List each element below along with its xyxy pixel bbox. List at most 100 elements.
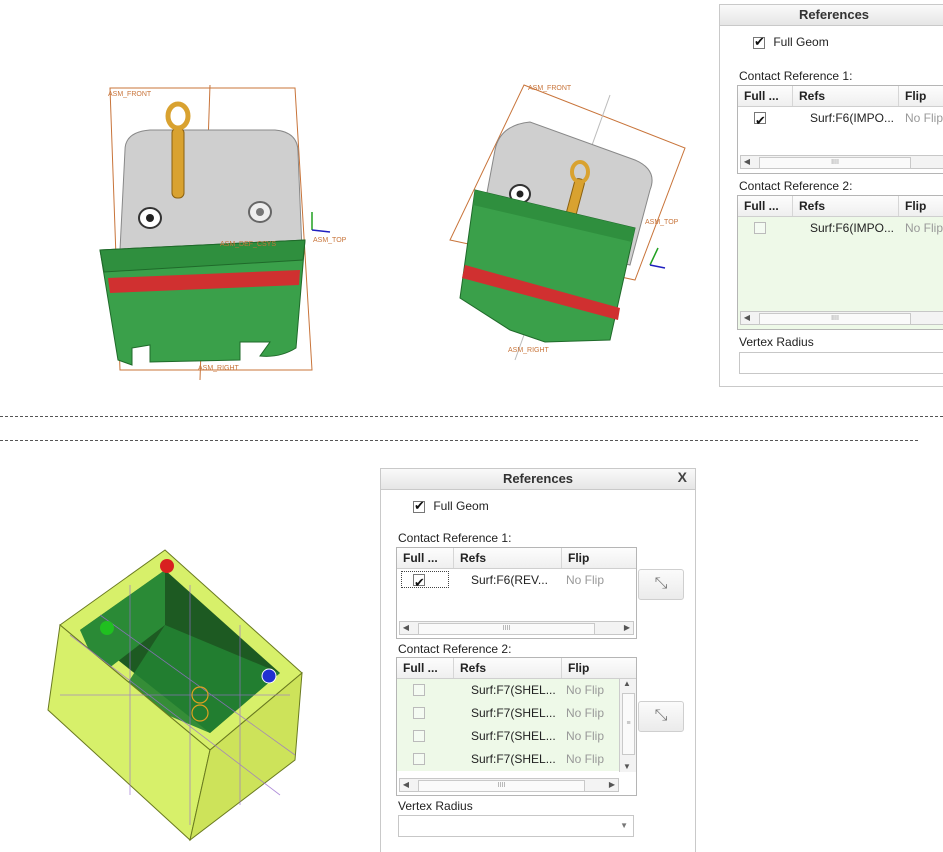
row-flip[interactable]: No Flip: [905, 217, 943, 240]
row-full-checkbox[interactable]: [413, 684, 425, 696]
col-flip[interactable]: Flip: [562, 658, 636, 678]
datum-label-right-2: ASM_RIGHT: [508, 347, 550, 354]
col-full[interactable]: Full ...: [397, 658, 454, 678]
row-flip[interactable]: No Flip: [566, 725, 604, 748]
row-full-checkbox[interactable]: [413, 707, 425, 719]
full-geom-toggle-top[interactable]: Full Geom: [753, 34, 829, 50]
contact-ref-2-table-top: Full ... Refs Flip Surf:F6(IMPO... No Fl…: [737, 195, 943, 330]
table-header: Full ... Refs Flip: [738, 196, 943, 217]
datum-label-front-2: ASM_FRONT: [528, 85, 572, 92]
model-viewport-3[interactable]: [40, 545, 310, 845]
model-gray-body: [119, 129, 303, 251]
datum-label-top-2: ASM_TOP: [645, 219, 679, 226]
col-full[interactable]: Full ...: [738, 196, 793, 216]
row-ref[interactable]: Surf:F6(IMPO...: [810, 217, 894, 240]
marker-green: [100, 621, 114, 635]
col-refs[interactable]: Refs: [793, 86, 899, 106]
row-ref[interactable]: Surf:F6(REV...: [471, 569, 548, 592]
model-viewport-1[interactable]: ASM_FRONT ASM_TOP ASM_RIGHT ASM_DEF_CSYS: [90, 80, 370, 380]
flip-arrows-icon: ⤡: [654, 575, 668, 592]
col-full[interactable]: Full ...: [397, 548, 454, 568]
full-geom-checkbox[interactable]: [413, 498, 425, 514]
row-ref[interactable]: Surf:F7(SHEL...: [471, 748, 556, 771]
flip-button-2[interactable]: ⤡: [638, 701, 684, 732]
vertex-radius-label-top: Vertex Radius: [739, 335, 814, 349]
scroll-thumb-vertical[interactable]: ≡: [622, 693, 635, 755]
full-geom-label-top: Full Geom: [773, 35, 829, 49]
contact-ref-2-table: Full ... Refs Flip Surf:F7(SHEL... No Fl…: [396, 657, 637, 796]
flip-button-1[interactable]: ⤡: [638, 569, 684, 600]
contact-ref-1-table: Full ... Refs Flip Surf:F6(REV... No Fli…: [396, 547, 637, 639]
row-flip[interactable]: No Flip: [566, 702, 604, 725]
scroll-left-icon[interactable]: ◀: [741, 312, 753, 324]
chevron-down-icon[interactable]: ▼: [620, 821, 628, 830]
close-icon[interactable]: X: [678, 469, 687, 485]
scroll-up-icon[interactable]: ▲: [623, 679, 631, 688]
row-flip[interactable]: No Flip: [566, 569, 604, 592]
col-flip[interactable]: Flip: [562, 548, 636, 568]
col-refs[interactable]: Refs: [454, 658, 562, 678]
contact-ref-2-label: Contact Reference 2:: [398, 642, 512, 656]
row-full-checkbox[interactable]: [754, 109, 766, 132]
table-row[interactable]: Surf:F6(IMPO... No Flip: [738, 217, 943, 240]
marker-red: [160, 559, 174, 573]
row-ref[interactable]: Surf:F6(IMPO...: [810, 107, 894, 130]
table-row[interactable]: Surf:F6(REV... No Flip: [397, 569, 636, 594]
horizontal-scrollbar[interactable]: ◀ IIII ▶: [399, 778, 619, 792]
full-geom-label: Full Geom: [433, 499, 489, 513]
model-viewport-2[interactable]: ASM_FRONT ASM_TOP ASM_RIGHT: [440, 80, 700, 365]
row-full-checkbox[interactable]: [413, 571, 425, 594]
row-flip[interactable]: No Flip: [905, 107, 943, 130]
table-row[interactable]: Surf:F7(SHEL... No Flip: [397, 679, 619, 702]
horizontal-scrollbar[interactable]: ◀ IIII ▶: [399, 621, 634, 635]
references-panel-bottom: References X Full Geom Contact Reference…: [380, 468, 696, 852]
references-panel-top: References Full Geom Contact Reference 1…: [719, 4, 943, 387]
table-row[interactable]: Surf:F7(SHEL... No Flip: [397, 702, 619, 725]
col-flip[interactable]: Flip: [899, 86, 943, 106]
scroll-thumb[interactable]: IIII: [759, 313, 911, 325]
horizontal-scrollbar[interactable]: ◀ IIII: [740, 311, 943, 325]
vertex-radius-input-top[interactable]: [739, 352, 943, 374]
contact-ref-1-label-top: Contact Reference 1:: [739, 69, 853, 83]
full-geom-checkbox-top[interactable]: [753, 34, 765, 50]
full-geom-toggle[interactable]: Full Geom: [413, 498, 489, 514]
contact-ref-1-table-top: Full ... Refs Flip Surf:F6(IMPO... No Fl…: [737, 85, 943, 174]
horizontal-scrollbar[interactable]: ◀ IIII: [740, 155, 943, 169]
row-full-checkbox[interactable]: [754, 222, 766, 234]
table-row[interactable]: Surf:F7(SHEL... No Flip: [397, 748, 619, 771]
row-ref[interactable]: Surf:F7(SHEL...: [471, 702, 556, 725]
table-row[interactable]: Surf:F7(SHEL... No Flip: [397, 725, 619, 748]
marker-blue: [261, 668, 277, 684]
scroll-right-icon[interactable]: ▶: [621, 622, 633, 634]
contact-ref-2-label-top: Contact Reference 2:: [739, 179, 853, 193]
datum-label-front: ASM_FRONT: [108, 91, 152, 98]
row-flip[interactable]: No Flip: [566, 748, 604, 771]
row-full-checkbox[interactable]: [413, 730, 425, 742]
col-refs[interactable]: Refs: [793, 196, 899, 216]
scroll-left-icon[interactable]: ◀: [400, 779, 412, 791]
col-full[interactable]: Full ...: [738, 86, 793, 106]
table-header: Full ... Refs Flip: [397, 548, 636, 569]
vertical-scrollbar[interactable]: ▲ ≡ ▼: [619, 679, 636, 772]
row-flip[interactable]: No Flip: [566, 679, 604, 702]
scroll-left-icon[interactable]: ◀: [400, 622, 412, 634]
row-full-checkbox[interactable]: [413, 753, 425, 765]
scroll-left-icon[interactable]: ◀: [741, 156, 753, 168]
scroll-right-icon[interactable]: ▶: [606, 779, 618, 791]
scroll-thumb[interactable]: IIII: [418, 780, 585, 792]
scroll-down-icon[interactable]: ▼: [623, 762, 631, 771]
datum-label-top: ASM_TOP: [313, 237, 347, 244]
separator-line-2: [0, 440, 918, 441]
vertex-radius-label: Vertex Radius: [398, 799, 473, 813]
col-refs[interactable]: Refs: [454, 548, 562, 568]
table-header: Full ... Refs Flip: [397, 658, 636, 679]
separator-line-1: [0, 416, 943, 417]
scroll-thumb[interactable]: IIII: [759, 157, 911, 169]
vertex-radius-select[interactable]: ▼: [398, 815, 634, 837]
col-flip[interactable]: Flip: [899, 196, 943, 216]
table-row[interactable]: Surf:F6(IMPO... No Flip: [738, 107, 943, 132]
row-ref[interactable]: Surf:F7(SHEL...: [471, 725, 556, 748]
table-header: Full ... Refs Flip: [738, 86, 943, 107]
row-ref[interactable]: Surf:F7(SHEL...: [471, 679, 556, 702]
scroll-thumb[interactable]: IIII: [418, 623, 595, 635]
